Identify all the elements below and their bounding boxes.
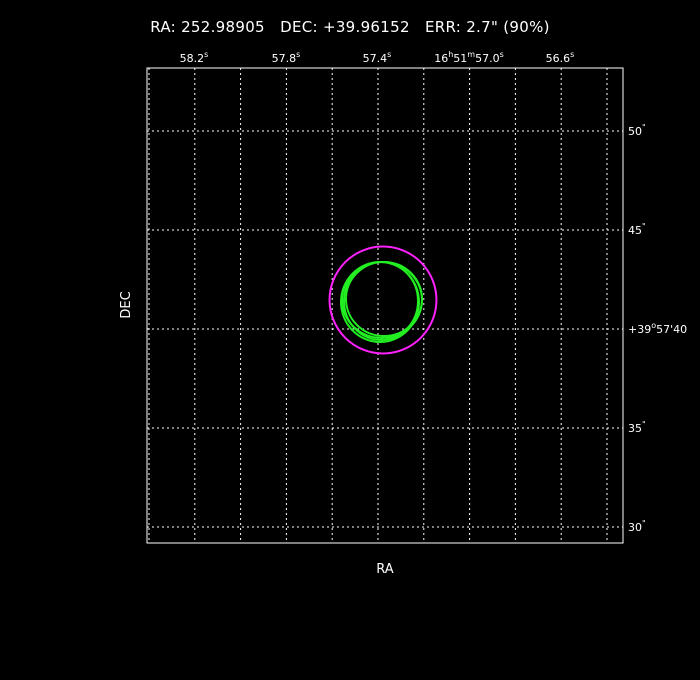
x-axis-label: RA [376,562,394,577]
y-tick-label: 50" [628,123,646,138]
source-ellipse [343,261,419,341]
y-tick-label: +39o57'40 [628,321,687,336]
tick-text: 57 [656,323,670,336]
tick-sup: s [500,50,504,59]
x-tick-label: 57.8s [272,50,301,65]
x-tick-label: 57.4s [363,50,392,65]
tick-sup: m [467,50,475,59]
tick-sup: s [296,50,300,59]
y-tick-label: 45" [628,222,646,237]
tick-text: 30 [628,521,642,534]
plot-frame [146,67,624,544]
y-tick-label: 35" [628,420,646,435]
tick-sup: " [642,123,646,132]
x-tick-label: 58.2s [180,50,209,65]
tick-text: 58.2 [180,52,205,65]
tick-text: 35 [628,422,642,435]
y-tick-label: 30" [628,519,646,534]
tick-sup: s [387,50,391,59]
y-axis-label: DEC [119,291,134,318]
tick-text: 51 [453,52,467,65]
grid-lines [147,68,623,543]
tick-sup: " [642,519,646,528]
tick-text: 16 [434,52,448,65]
source-marks [328,245,438,355]
tick-sup: s [570,50,574,59]
tick-text: 57.0 [475,52,500,65]
tick-text: +39 [628,323,651,336]
sky-chart: 58.2s 57.8s 57.4s 16h51m57.0s 56.6s 50"45"+3… [119,50,687,577]
tick-text: 50 [628,125,642,138]
tick-text: 40 [673,323,687,336]
x-tick-labels: 58.2s 57.8s 57.4s 16h51m57.0s 56.6s [180,50,575,65]
tick-text: 57.8 [272,52,297,65]
tick-text: 57.4 [363,52,388,65]
tick-sup: " [642,420,646,429]
tick-text: 45 [628,224,642,237]
tick-sup: s [204,50,208,59]
x-tick-label: 56.6s [546,50,575,65]
y-tick-labels: 50"45"+39o57'4035"30" [628,123,687,534]
tick-sup: " [642,222,646,231]
tick-text: 56.6 [546,52,571,65]
x-tick-label: 16h51m57.0s [434,50,504,65]
